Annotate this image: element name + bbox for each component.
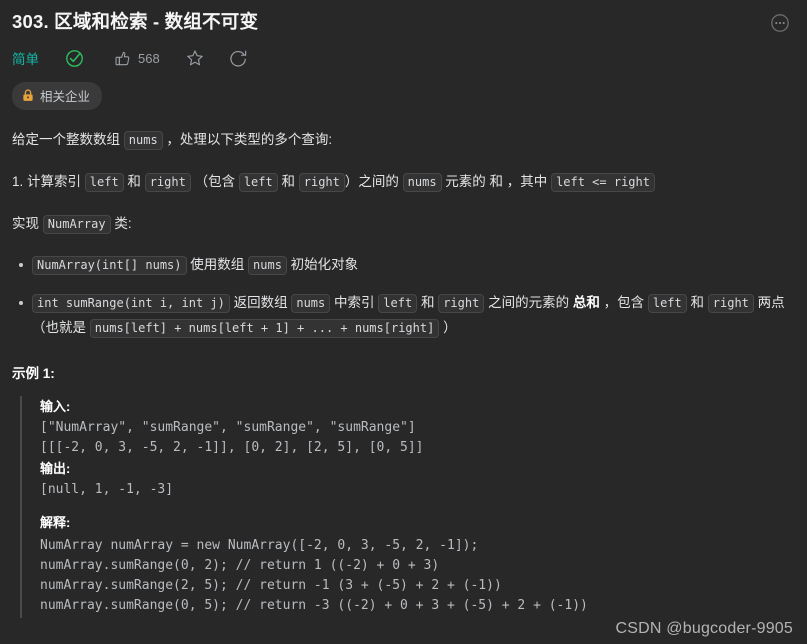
code-chip-constructor: NumArray(int[] nums) (32, 256, 187, 275)
check-circle-icon-svg (66, 49, 83, 67)
method-1-text-i: ，包含 (599, 295, 648, 310)
code-chip-left-4: left (647, 294, 687, 313)
method-1-text-g: 之间的元素的 (484, 295, 573, 310)
method-list: NumArray(int[] nums) 使用数组 nums 初始化对象 int… (12, 252, 795, 340)
query-text-b: 和 (123, 174, 145, 189)
method-1-text-k: 和 (686, 295, 708, 310)
thumbs-up-icon (115, 51, 130, 65)
method-1-text-a: 返回数组 (229, 295, 292, 310)
implement-text-a: 实现 (12, 216, 43, 231)
share-icon (230, 50, 246, 67)
code-chip-sumrange: int sumRange(int i, int j) (32, 294, 230, 313)
company-tag-row: 相关企业 (12, 82, 795, 110)
method-1-text-m: 两点 (753, 295, 785, 310)
implement-paragraph: 实现 NumArray 类: (12, 212, 795, 236)
page-title: 303. 区域和检索 - 数组不可变 (12, 11, 259, 32)
output-label: 输出: (40, 461, 71, 476)
code-chip-sum-expression: nums[left] + nums[left + 1] + ... + nums… (89, 319, 440, 338)
difficulty-badge[interactable]: 简单 (12, 48, 39, 68)
query-text-d: 和 (277, 174, 299, 189)
check-circle-icon[interactable] (65, 49, 84, 68)
ellipsis-circle-icon[interactable] (770, 13, 790, 33)
query-text-a: 1. 计算索引 (12, 174, 85, 189)
star-icon (186, 50, 203, 66)
method-1-bold-total: 总和 (572, 295, 600, 310)
code-chip-right: right (144, 173, 191, 192)
intro-paragraph: 给定一个整数数组 nums ，处理以下类型的多个查询: (12, 128, 795, 152)
method-0-text-a: 使用数组 (186, 257, 249, 272)
related-companies-tag[interactable]: 相关企业 (12, 82, 103, 110)
list-item: NumArray(int[] nums) 使用数组 nums 初始化对象 (19, 252, 795, 277)
ellipsis-circle-icon-svg (771, 14, 789, 32)
code-chip-right-3: right (438, 294, 485, 313)
problem-description: 给定一个整数数组 nums ，处理以下类型的多个查询: 1. 计算索引 left… (12, 128, 795, 618)
thumbs-up-button[interactable]: 568 (114, 50, 160, 67)
implement-text-b: 类: (110, 216, 132, 231)
list-item: int sumRange(int i, int j) 返回数组 nums 中索引… (19, 290, 795, 340)
output-code: [null, 1, -1, -3] (40, 482, 174, 497)
method-1-text-c: 中索引 (330, 295, 379, 310)
query-text-c: （包含 (190, 174, 239, 189)
query-text-e: ）之间的 (344, 174, 403, 189)
lock-icon (23, 89, 33, 101)
example-block: 输入: ["NumArray", "sumRange", "sumRange",… (20, 396, 795, 618)
related-companies-label: 相关企业 (40, 90, 91, 104)
code-chip-numarray: NumArray (42, 215, 111, 234)
like-count: 568 (138, 50, 160, 66)
code-chip-right-2: right (298, 173, 345, 192)
query-text-f: 元素的 和 ，其中 (441, 174, 552, 189)
header: 303. 区域和检索 - 数组不可变 (12, 0, 795, 35)
code-chip-right-4: right (707, 294, 754, 313)
query-paragraph: 1. 计算索引 left 和 right （包含 left 和 right ）之间… (12, 170, 795, 194)
explain-code: NumArray numArray = new NumArray([-2, 0,… (40, 538, 588, 613)
meta-row: 简单 568 (12, 46, 795, 70)
method-1-text-n: （也就是 (32, 320, 90, 335)
example-spacer (40, 500, 795, 512)
star-button[interactable] (186, 49, 204, 67)
code-chip-left-2: left (238, 173, 278, 192)
share-button[interactable] (230, 49, 248, 67)
intro-text-b: ，处理以下类型的多个查询: (162, 132, 333, 147)
problem-page: 303. 区域和检索 - 数组不可变 简单 568 相关企业 给定一个整数数组 … (0, 0, 807, 644)
code-chip-left: left (84, 173, 124, 192)
method-1-text-e: 和 (417, 295, 439, 310)
code-chip-nums: nums (123, 131, 163, 150)
intro-text-a: 给定一个整数数组 (12, 132, 124, 147)
explain-label: 解释: (40, 515, 71, 530)
watermark: CSDN @bugcoder-9905 (615, 620, 793, 637)
example-title: 示例 1: (12, 366, 55, 381)
method-0-text-c: 初始化对象 (286, 257, 359, 272)
method-1-text-p: ） (439, 320, 457, 335)
code-chip-left-3: left (378, 294, 418, 313)
code-chip-nums-4: nums (291, 294, 331, 313)
code-chip-nums-2: nums (402, 173, 442, 192)
code-chip-nums-3: nums (248, 256, 287, 275)
input-label: 输入: (40, 399, 71, 414)
code-chip-condition: left <= right (551, 173, 655, 192)
input-code: ["NumArray", "sumRange", "sumRange", "su… (40, 420, 424, 455)
